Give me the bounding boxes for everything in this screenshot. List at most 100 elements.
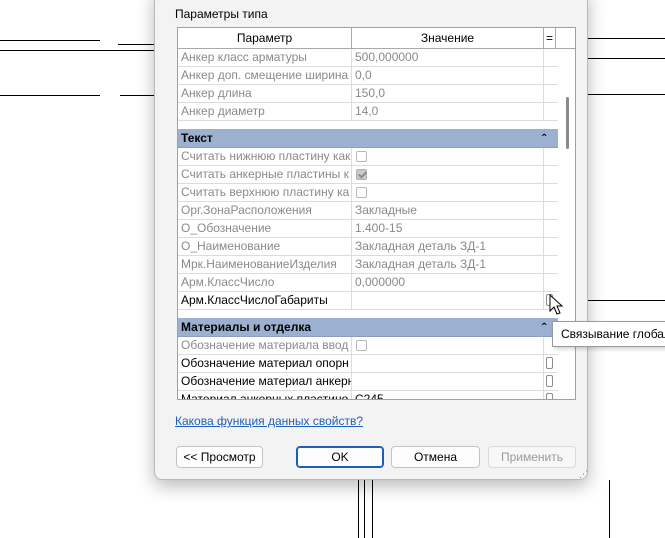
- collapse-chevron-icon[interactable]: ⌃: [540, 318, 548, 337]
- parameter-row[interactable]: Считать анкерные пластины к: [178, 166, 558, 184]
- row-spacer: [178, 121, 558, 129]
- cad-line: [364, 480, 365, 538]
- column-header-value[interactable]: Значение: [352, 28, 544, 48]
- parameter-value: [352, 148, 544, 165]
- cad-line: [120, 95, 154, 96]
- formula-cell[interactable]: [544, 238, 556, 255]
- parameter-name: Анкер длина: [178, 85, 352, 102]
- column-header-formula[interactable]: =: [544, 28, 556, 48]
- cancel-button[interactable]: Отмена: [391, 446, 480, 468]
- parameter-value: [352, 337, 544, 354]
- formula-cell[interactable]: [544, 391, 556, 399]
- cad-line: [372, 480, 373, 538]
- parameter-name: Считать нижнюю пластину как: [178, 148, 352, 165]
- parameter-checkbox[interactable]: [356, 151, 367, 162]
- cad-line: [588, 300, 665, 301]
- collapse-chevron-icon[interactable]: ⌃: [540, 129, 548, 148]
- parameters-grid[interactable]: Параметр Значение = Анкер класс арматуры…: [177, 27, 576, 400]
- parameter-name: Арм.КлассЧисло: [178, 274, 352, 291]
- category-title: Текст: [181, 131, 213, 145]
- parameter-value: 500,000000: [352, 49, 544, 66]
- category-row[interactable]: Материалы и отделка ⌃: [178, 318, 558, 337]
- parameter-checkbox[interactable]: [356, 187, 367, 198]
- parameter-name: О_Наименование: [178, 238, 352, 255]
- parameter-row[interactable]: Анкер диаметр 14,0: [178, 103, 558, 121]
- formula-cell[interactable]: [544, 256, 556, 273]
- value-text: 1.400-15: [355, 221, 403, 235]
- associate-global-parameter-button[interactable]: [546, 375, 553, 387]
- formula-cell[interactable]: [544, 184, 556, 201]
- ok-button[interactable]: OK: [296, 446, 384, 468]
- parameter-row[interactable]: Материал анкерных пластино С245: [178, 391, 558, 400]
- parameter-row[interactable]: Арм.КлассЧислоГабариты: [178, 292, 558, 310]
- parameter-row[interactable]: Анкер длина 150,0: [178, 85, 558, 103]
- formula-cell[interactable]: [544, 148, 556, 165]
- formula-cell[interactable]: [544, 202, 556, 219]
- formula-cell[interactable]: [544, 67, 556, 84]
- parameter-row[interactable]: Обозначение материала ввод: [178, 337, 558, 355]
- cad-line: [588, 38, 665, 39]
- associate-global-parameter-button[interactable]: [546, 393, 553, 399]
- parameter-value[interactable]: [352, 292, 544, 309]
- parameter-row[interactable]: Считать верхнюю пластину ка: [178, 184, 558, 202]
- parameter-checkbox[interactable]: [356, 169, 367, 180]
- parameter-name: Обозначение материал опорн: [178, 355, 352, 372]
- column-header-parameter[interactable]: Параметр: [178, 28, 352, 48]
- parameter-row[interactable]: Считать нижнюю пластину как: [178, 148, 558, 166]
- cad-line: [588, 58, 665, 59]
- row-spacer: [178, 310, 558, 318]
- category-title: Материалы и отделка: [181, 320, 312, 334]
- resize-grip-icon[interactable]: ⋰: [579, 469, 588, 480]
- preview-button[interactable]: << Просмотр: [176, 446, 263, 468]
- cad-line: [609, 480, 610, 538]
- parameter-name: Материал анкерных пластино: [178, 391, 352, 399]
- formula-cell[interactable]: [544, 274, 556, 291]
- associate-global-parameter-button[interactable]: [546, 357, 553, 369]
- value-text: Закладная деталь ЗД-1: [355, 257, 487, 271]
- scrollbar-thumb[interactable]: [566, 97, 569, 149]
- parameter-value[interactable]: [352, 373, 544, 390]
- parameter-row[interactable]: Анкер доп. смещение ширина 0,0: [178, 67, 558, 85]
- cad-line: [0, 40, 100, 41]
- mouse-cursor-icon: [549, 294, 564, 315]
- parameter-value: Закладная деталь ЗД-1: [352, 238, 544, 255]
- formula-cell[interactable]: [544, 49, 556, 66]
- cad-line: [118, 44, 154, 45]
- formula-cell[interactable]: [544, 220, 556, 237]
- parameter-value: [352, 184, 544, 201]
- parameter-row[interactable]: Анкер класс арматуры 500,000000: [178, 49, 558, 67]
- value-text: 0,0: [355, 68, 372, 82]
- tooltip: Связывание глобал: [552, 321, 665, 347]
- value-text: 0,000000: [355, 275, 406, 289]
- parameter-row[interactable]: Арм.КлассЧисло 0,000000: [178, 274, 558, 292]
- parameter-name: Анкер класс арматуры: [178, 49, 352, 66]
- value-text: 14,0: [355, 104, 379, 118]
- category-row[interactable]: Текст ⌃: [178, 129, 558, 148]
- formula-cell[interactable]: [544, 103, 556, 120]
- parameter-row[interactable]: Обозначение материал анкерн: [178, 373, 558, 391]
- type-properties-dialog: Параметры типа Параметр Значение = Анкер…: [154, 0, 588, 480]
- grid-header: Параметр Значение =: [178, 28, 575, 49]
- parameter-row[interactable]: Обозначение материал опорн: [178, 355, 558, 373]
- formula-cell[interactable]: [544, 85, 556, 102]
- parameter-checkbox[interactable]: [356, 340, 367, 351]
- value-text: С245: [355, 392, 384, 400]
- cad-line: [358, 480, 359, 538]
- formula-cell[interactable]: [544, 373, 556, 390]
- parameter-row[interactable]: О_Обозначение 1.400-15: [178, 220, 558, 238]
- parameter-row[interactable]: Мрк.НаименованиеИзделия Закладная деталь …: [178, 256, 558, 274]
- value-text: Закладная деталь ЗД-1: [355, 239, 487, 253]
- parameter-name: Анкер диаметр: [178, 103, 352, 120]
- cad-line: [0, 50, 154, 51]
- formula-cell[interactable]: [544, 166, 556, 183]
- parameter-name: Обозначение материала ввод: [178, 337, 352, 354]
- parameter-row[interactable]: Орг.ЗонаРасположения Закладные: [178, 202, 558, 220]
- parameter-row[interactable]: О_Наименование Закладная деталь ЗД-1: [178, 238, 558, 256]
- parameter-name: О_Обозначение: [178, 220, 352, 237]
- grid-rows: Анкер класс арматуры 500,000000 Анкер доп.…: [178, 49, 558, 400]
- parameter-value[interactable]: [352, 355, 544, 372]
- parameter-name: Орг.ЗонаРасположения: [178, 202, 352, 219]
- parameter-value[interactable]: С245: [352, 391, 544, 400]
- help-link[interactable]: Какова функция данных свойств?: [175, 414, 363, 428]
- formula-cell[interactable]: [544, 355, 556, 372]
